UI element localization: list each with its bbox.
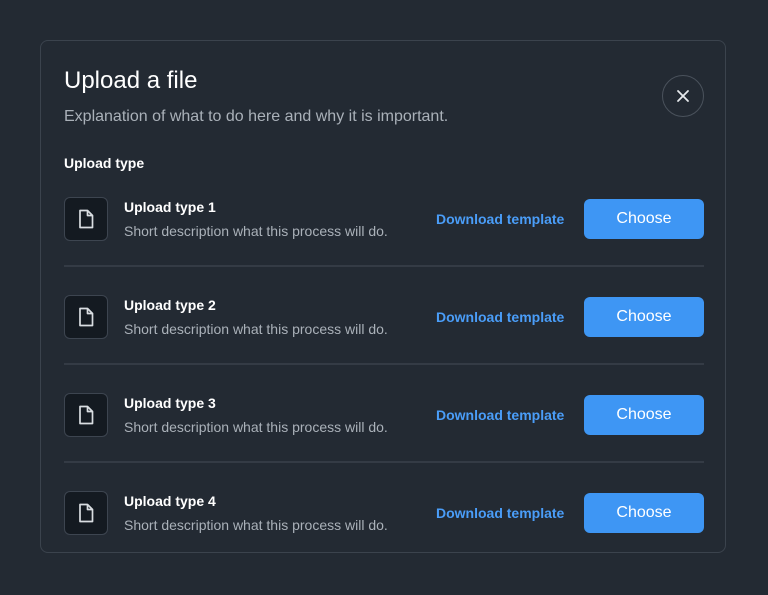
file-icon xyxy=(79,503,94,523)
file-icon xyxy=(79,405,94,425)
choose-button[interactable]: Choose xyxy=(584,395,704,435)
file-icon-box xyxy=(64,295,108,339)
upload-type-description: Short description what this process will… xyxy=(124,223,388,239)
upload-modal: Upload a file Explanation of what to do … xyxy=(40,40,726,553)
upload-type-name: Upload type 1 xyxy=(124,199,216,215)
upload-type-description: Short description what this process will… xyxy=(124,517,388,533)
file-icon xyxy=(79,209,94,229)
file-icon xyxy=(79,307,94,327)
download-template-link[interactable]: Download template xyxy=(436,504,564,522)
list-item-upload-type-1: Upload type 1 Short description what thi… xyxy=(64,186,704,265)
section-label-upload-type: Upload type xyxy=(64,155,145,171)
upload-type-name: Upload type 2 xyxy=(124,297,216,313)
list-item-upload-type-4: Upload type 4 Short description what thi… xyxy=(64,463,704,559)
download-template-link[interactable]: Download template xyxy=(436,210,564,228)
modal-title: Upload a file xyxy=(64,67,198,94)
download-template-link[interactable]: Download template xyxy=(436,406,564,424)
upload-type-description: Short description what this process will… xyxy=(124,419,388,435)
list-item-upload-type-2: Upload type 2 Short description what thi… xyxy=(64,267,704,363)
file-icon-box xyxy=(64,491,108,535)
modal-subtitle: Explanation of what to do here and why i… xyxy=(64,108,449,125)
file-icon-box xyxy=(64,393,108,437)
close-button[interactable] xyxy=(662,75,704,117)
file-icon-box xyxy=(64,197,108,241)
list-item-upload-type-3: Upload type 3 Short description what thi… xyxy=(64,365,704,461)
download-template-link[interactable]: Download template xyxy=(436,308,564,326)
upload-type-name: Upload type 4 xyxy=(124,493,216,509)
choose-button[interactable]: Choose xyxy=(584,493,704,533)
choose-button[interactable]: Choose xyxy=(584,297,704,337)
upload-type-description: Short description what this process will… xyxy=(124,321,388,337)
close-icon xyxy=(677,90,689,102)
upload-type-name: Upload type 3 xyxy=(124,395,216,411)
upload-type-list: Upload type 1 Short description what thi… xyxy=(64,186,704,559)
choose-button[interactable]: Choose xyxy=(584,199,704,239)
